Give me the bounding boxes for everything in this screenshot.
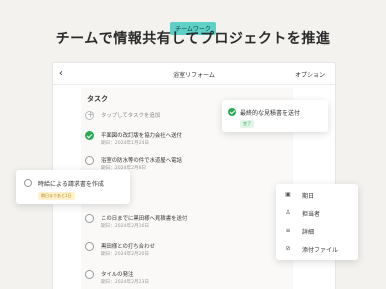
- headline: チームで情報共有してプロジェクトを推進: [55, 31, 331, 47]
- task-due: 期日：2024年2月23日: [101, 280, 150, 285]
- menu-item-label: 詳細: [302, 229, 315, 236]
- status-badge: 完了: [240, 120, 254, 128]
- menu-item-label: 期日: [302, 193, 315, 200]
- task-checkbox[interactable]: [24, 179, 32, 187]
- plus-icon: [85, 110, 95, 120]
- menu-item-details[interactable]: ≡ 詳細: [276, 222, 358, 240]
- person-icon: ♙: [285, 209, 291, 216]
- project-title: 浴室リフォーム: [173, 72, 215, 79]
- task-label: この日までに黒田様へ見積書を送付: [101, 216, 188, 222]
- popover-task-label: 最終的な見積書を送付: [240, 110, 301, 117]
- task-label: 平面図の改訂版を協力会社へ送付: [101, 133, 182, 139]
- menu-item-attachments[interactable]: ⊘ 添付ファイル: [276, 240, 358, 258]
- task-detail-menu: ▣ 期日 ♙ 担当者 ≡ 詳細 ⊘ 添付ファイル: [276, 184, 358, 260]
- paperclip-icon: ⊘: [285, 245, 291, 252]
- menu-item-assignee[interactable]: ♙ 担当者: [276, 204, 358, 222]
- lines-icon: ≡: [285, 227, 291, 234]
- task-checkbox[interactable]: [85, 156, 94, 165]
- task-due: 期日：2024年2月16日: [101, 224, 150, 229]
- calendar-icon: ▣: [285, 191, 291, 198]
- task-label: 黒田様との打ち合わせ: [101, 244, 155, 250]
- section-title: タスク: [87, 95, 108, 103]
- task-checkbox[interactable]: [85, 242, 94, 251]
- check-circle-icon: [228, 108, 236, 116]
- task-checkbox[interactable]: [85, 270, 94, 279]
- menu-item-label: 担当者: [302, 211, 321, 218]
- task-label: タイルの発注: [101, 272, 134, 278]
- pending-task-popover[interactable]: 時給による請求書を作成 期日まであと1日: [16, 170, 130, 204]
- menu-item-label: 添付ファイル: [302, 247, 339, 254]
- task-checkbox[interactable]: [85, 131, 94, 140]
- task-due: 期日：2024年1月24日: [101, 141, 150, 146]
- task-label: タップしてタスクを追加: [101, 113, 161, 119]
- top-bar: ‹ 浴室リフォーム オプション: [53, 63, 335, 85]
- menu-item-due-date[interactable]: ▣ 期日: [276, 186, 358, 204]
- completed-task-popover[interactable]: 最終的な見積書を送付 完了: [222, 100, 328, 132]
- task-label: 浴室の防水等の件で水道屋へ電話: [101, 158, 182, 164]
- options-button[interactable]: オプション: [295, 70, 325, 79]
- task-checkbox[interactable]: [85, 214, 94, 223]
- popover-task-label: 時給による請求書を作成: [38, 181, 104, 188]
- due-soon-badge: 期日まであと1日: [38, 192, 75, 200]
- task-due: 期日：2024年2月20日: [101, 252, 150, 257]
